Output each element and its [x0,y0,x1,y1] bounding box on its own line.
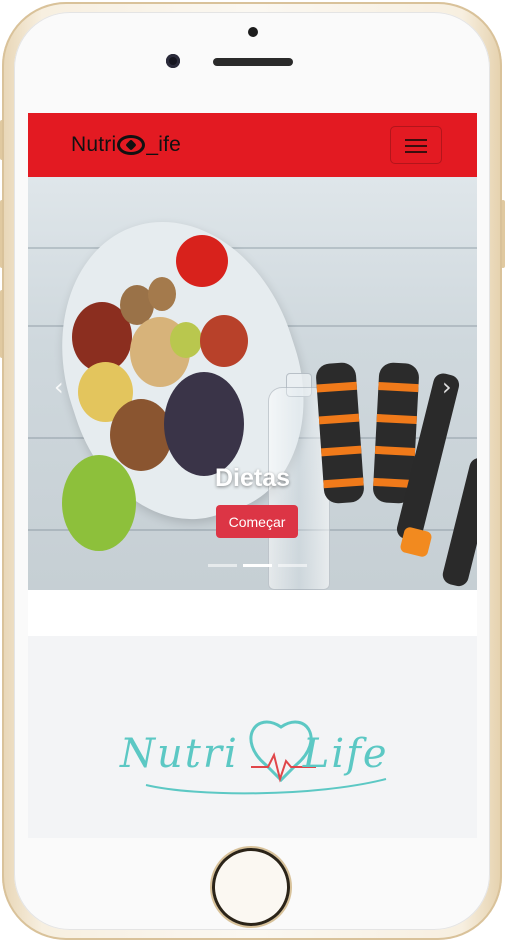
brand-text-suffix: _ife [146,133,182,156]
start-button[interactable]: Começar [216,505,298,538]
logo-text-left: Nutri [120,731,239,777]
rope-handle-tip-image [399,525,433,559]
hamburger-icon [405,139,427,141]
handle-stripe [321,445,362,457]
lime-image [170,322,202,358]
pomegranate-image [200,315,248,367]
handle-stripe [378,382,419,393]
brand-logo[interactable]: Nutri _ife [71,133,181,157]
walnut-image [148,277,176,311]
front-sensor [248,27,258,37]
carousel-caption-title: Dietas [214,464,291,492]
front-camera [166,54,180,68]
grapes-image [164,372,244,476]
handle-stripe [374,445,416,457]
carousel-indicator-active[interactable] [243,564,272,567]
carousel-next-icon[interactable]: › [442,373,452,401]
handle-stripe [316,381,358,393]
content-spacer [28,590,477,636]
phone-screen: Nutri _ife ‹ › Dietas Começar Nutri Life [28,113,477,838]
handle-stripe [318,413,360,425]
menu-toggle-button[interactable] [390,126,442,164]
carousel-indicators [208,564,307,567]
carousel-indicator[interactable] [208,564,237,567]
heart-plate-icon [117,135,146,155]
handle-stripe [376,413,417,425]
brand-text-prefix: Nutri [71,133,117,156]
carousel-prev-icon[interactable]: ‹ [54,373,64,401]
tomato-image [176,235,228,287]
logo-text: Nutri Life [120,731,389,777]
wood-plank-line [28,247,477,249]
nutrilife-logo: Nutri Life [116,705,406,815]
hamburger-icon-bar [405,145,427,147]
logo-text-right: Life [302,731,389,777]
buckwheat-image [110,399,172,471]
navbar: Nutri _ife [28,113,477,177]
home-button[interactable] [212,848,290,926]
hamburger-icon-bar [405,151,427,153]
hero-carousel[interactable]: ‹ › Dietas Começar [28,177,477,590]
earpiece-speaker [213,58,293,66]
carousel-indicator[interactable] [278,564,307,567]
